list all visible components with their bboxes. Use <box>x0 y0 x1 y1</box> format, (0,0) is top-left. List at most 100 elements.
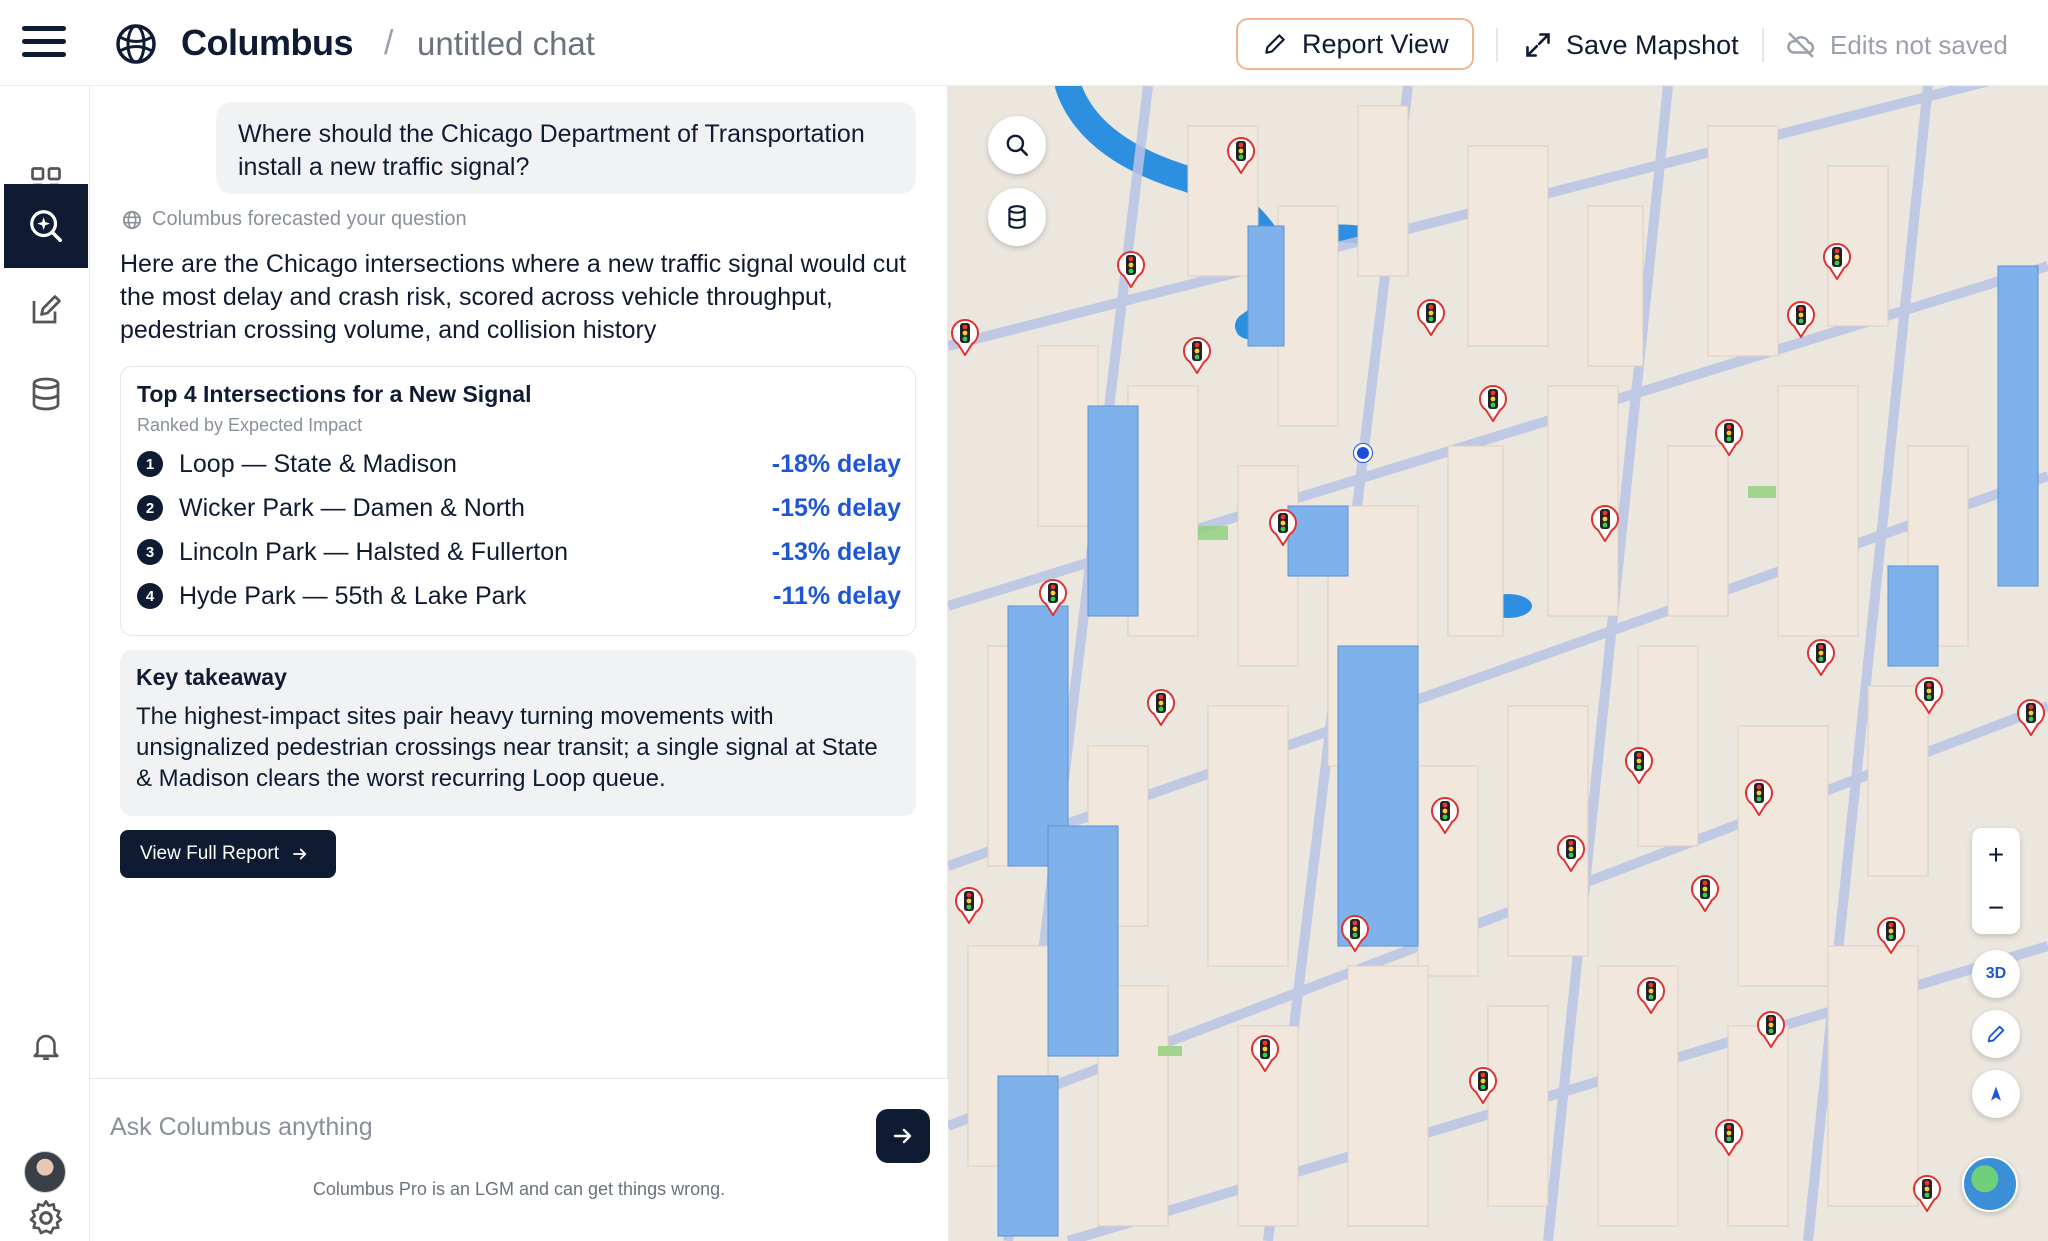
key-takeaway: Key takeaway The highest-impact sites pa… <box>120 650 916 816</box>
traffic-signal-pin[interactable] <box>948 316 982 356</box>
basemap-globe-button[interactable] <box>1962 1156 2018 1212</box>
traffic-signal-pin[interactable] <box>1338 912 1372 952</box>
traffic-signal-pin[interactable] <box>1712 1116 1746 1156</box>
arrow-right-icon <box>893 1128 912 1144</box>
traffic-signal-pin[interactable] <box>1754 1008 1788 1048</box>
draw-button[interactable] <box>1972 1010 2020 1058</box>
intersection-name: Loop — State & Madison <box>179 449 457 478</box>
traffic-signal-pin[interactable] <box>952 884 986 924</box>
intersection-name: Wicker Park — Damen & North <box>179 493 525 522</box>
traffic-signal-pin[interactable] <box>1414 296 1448 336</box>
chat-input[interactable] <box>110 1097 850 1157</box>
traffic-signal-pin[interactable] <box>1036 576 1070 616</box>
menu-icon[interactable] <box>22 26 66 62</box>
delay-value: -13% delay <box>771 537 901 566</box>
divider <box>1496 28 1498 62</box>
traffic-signal-pin[interactable] <box>1910 1172 1944 1212</box>
user-message: Where should the Chicago Department of T… <box>216 102 916 194</box>
bell-icon <box>33 1034 59 1061</box>
map-view[interactable]: + − 3D <box>948 86 2048 1241</box>
traffic-signal-pin[interactable] <box>1466 1064 1500 1104</box>
zoom-out-button[interactable]: − <box>1972 881 2020 934</box>
intersection-name: Hyde Park — 55th & Lake Park <box>179 581 527 610</box>
save-mapshot-button[interactable]: Save Mapshot <box>1524 20 1739 70</box>
rail-item-data[interactable] <box>4 352 88 436</box>
traffic-signal-pin[interactable] <box>1476 382 1510 422</box>
takeaway-title: Key takeaway <box>136 664 287 690</box>
rank-badge: 4 <box>137 583 163 609</box>
chat-title[interactable]: untitled chat <box>417 25 595 63</box>
traffic-signal-pin[interactable] <box>1180 334 1214 374</box>
pencil-icon <box>1265 34 1285 54</box>
results-card: Top 4 Intersections for a New Signal Ran… <box>120 366 916 636</box>
map-layers-button[interactable] <box>988 188 1046 246</box>
traffic-signal-pin[interactable] <box>1634 974 1668 1014</box>
edits-status: Edits not saved <box>1786 20 2008 70</box>
top-bar: Columbus / untitled chat Report View Sav… <box>0 0 2048 86</box>
compass-icon <box>1991 1086 2001 1101</box>
cloud-off-icon <box>1787 32 1815 58</box>
left-rail <box>0 86 90 1241</box>
rail-item-edit[interactable] <box>4 268 88 352</box>
breadcrumb-separator: / <box>384 24 394 62</box>
traffic-signal-pin[interactable] <box>1784 298 1818 338</box>
chat-panel: Where should the Chicago Department of T… <box>90 86 948 1241</box>
traffic-signal-pin[interactable] <box>1742 776 1776 816</box>
traffic-signal-pin[interactable] <box>1144 686 1178 726</box>
report-view-button[interactable]: Report View <box>1236 18 1474 70</box>
list-item: 1 Loop — State & Madison -18% delay <box>137 447 901 481</box>
3d-toggle-button[interactable]: 3D <box>1972 950 2020 998</box>
globe-logo-icon <box>122 210 142 229</box>
map-search-button[interactable] <box>988 116 1046 174</box>
expand-icon <box>1526 33 1550 57</box>
composer: Columbus Pro is an LGM and can get thing… <box>90 1078 948 1241</box>
intersection-name: Lincoln Park — Halsted & Fullerton <box>179 537 569 566</box>
rail-item-settings[interactable] <box>4 1176 88 1241</box>
search-sparkle-icon <box>30 210 62 242</box>
list-item: 3 Lincoln Park — Halsted & Fullerton -13… <box>137 535 901 569</box>
pencil-icon <box>1987 1025 2005 1043</box>
rail-item-explore[interactable] <box>4 184 88 268</box>
card-title: Top 4 Intersections for a New Signal <box>137 381 532 407</box>
card-subtitle: Ranked by Expected Impact <box>137 415 363 435</box>
traffic-signal-pin[interactable] <box>1114 248 1148 288</box>
view-full-report-label: View Full Report <box>140 843 280 864</box>
traffic-signal-pin[interactable] <box>1804 636 1838 676</box>
delay-value: -15% delay <box>771 493 901 522</box>
traffic-signal-pin[interactable] <box>1912 674 1946 714</box>
send-button[interactable] <box>876 1109 930 1163</box>
view-full-report-button[interactable]: View Full Report <box>120 830 336 878</box>
zoom-control: + − <box>1972 828 2020 934</box>
forecast-note-label: Columbus forecasted your question <box>152 208 467 230</box>
traffic-signal-pin[interactable] <box>1248 1032 1282 1072</box>
traffic-signal-pin[interactable] <box>1820 240 1854 280</box>
delay-value: -11% delay <box>773 581 901 610</box>
globe-logo-icon <box>116 24 156 64</box>
search-icon <box>1006 134 1029 157</box>
traffic-signal-pin[interactable] <box>1688 872 1722 912</box>
rail-item-notifications[interactable] <box>4 1004 88 1088</box>
compass-button[interactable] <box>1972 1070 2020 1118</box>
traffic-signal-pin[interactable] <box>1266 506 1300 546</box>
traffic-signal-pin[interactable] <box>1622 744 1656 784</box>
traffic-signal-pin[interactable] <box>1712 416 1746 456</box>
disclaimer: Columbus Pro is an LGM and can get thing… <box>312 1179 726 1199</box>
rank-badge: 3 <box>137 539 163 565</box>
traffic-signal-pin[interactable] <box>1874 914 1908 954</box>
traffic-signal-pin[interactable] <box>1224 134 1258 174</box>
takeaway-body: The highest-impact sites pair heavy turn… <box>136 703 878 792</box>
list-item: 4 Hyde Park — 55th & Lake Park -11% dela… <box>137 579 901 613</box>
edits-status-label: Edits not saved <box>1830 29 2008 60</box>
delay-value: -18% delay <box>771 449 901 478</box>
report-view-label: Report View <box>1302 28 1449 59</box>
rank-badge: 2 <box>137 495 163 521</box>
database-icon <box>32 377 60 411</box>
zoom-in-button[interactable]: + <box>1972 828 2020 881</box>
database-icon <box>1008 205 1026 229</box>
traffic-signal-pin[interactable] <box>1428 794 1462 834</box>
traffic-signal-pin[interactable] <box>1554 832 1588 872</box>
location-marker[interactable] <box>1354 444 1372 462</box>
traffic-signal-pin[interactable] <box>2014 696 2048 736</box>
save-mapshot-label: Save Mapshot <box>1566 29 1739 60</box>
traffic-signal-pin[interactable] <box>1588 502 1622 542</box>
